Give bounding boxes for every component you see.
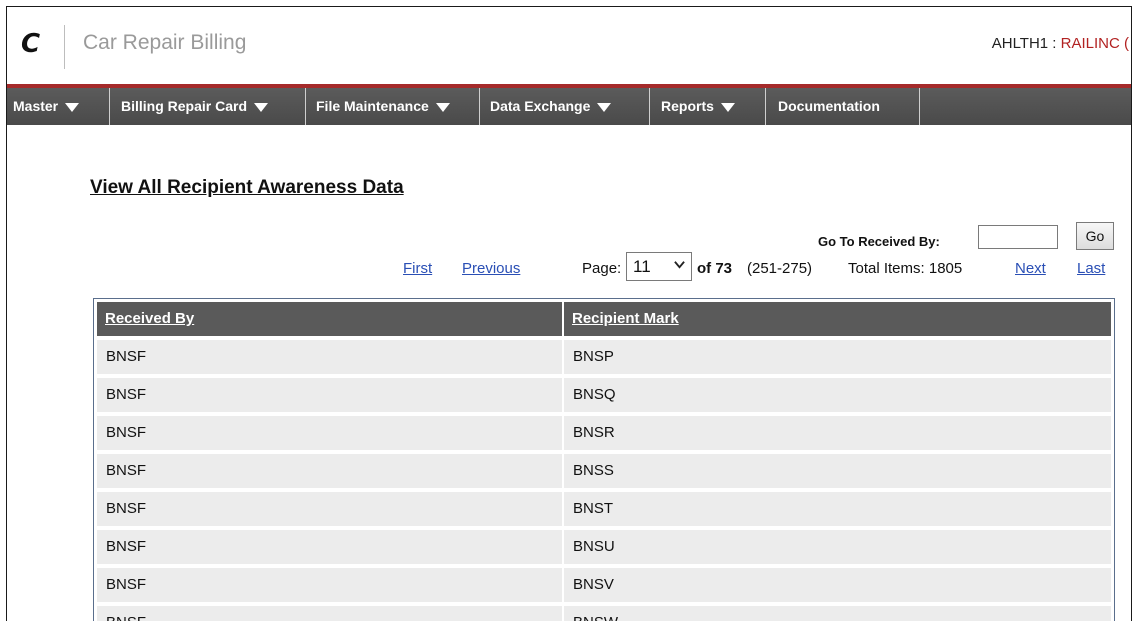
pager-last-link[interactable]: Last: [1077, 260, 1105, 277]
nav-label: Master: [13, 98, 59, 114]
nav-item-master[interactable]: Master: [7, 88, 110, 125]
recipient-awareness-table: Received By Recipient Mark BNSF BNSP BNS…: [93, 298, 1115, 621]
column-divider: [562, 416, 564, 450]
page-title: View All Recipient Awareness Data: [90, 177, 404, 198]
nav-item-documentation[interactable]: Documentation: [766, 88, 920, 125]
cell-recipient-mark: BNSW: [573, 606, 618, 621]
cell-received-by: BNSF: [106, 500, 147, 517]
table-row: BNSF BNST: [97, 492, 1111, 526]
cell-recipient-mark: BNSV: [573, 576, 614, 593]
column-header-recipient-mark[interactable]: Recipient Mark: [572, 302, 679, 336]
cell-received-by: BNSF: [106, 538, 147, 555]
column-header-received-by[interactable]: Received By: [105, 302, 194, 336]
column-divider: [562, 530, 564, 564]
user-info: AHLTH1 : RAILINC (: [992, 35, 1129, 52]
column-divider: [562, 302, 564, 336]
goto-received-by-label: Go To Received By:: [818, 234, 940, 249]
column-divider: [562, 340, 564, 374]
caret-down-icon: [254, 102, 269, 112]
caret-down-icon: [720, 102, 735, 112]
caret-down-icon: [435, 102, 450, 112]
chevron-down-icon: [674, 261, 685, 269]
nav-item-data-exchange[interactable]: Data Exchange: [480, 88, 650, 125]
column-divider: [562, 492, 564, 526]
table-header: Received By Recipient Mark: [97, 302, 1111, 336]
table-row: BNSF BNSQ: [97, 378, 1111, 412]
cell-recipient-mark: BNSR: [573, 424, 615, 441]
cell-received-by: BNSF: [106, 606, 146, 621]
header-divider: [64, 25, 65, 69]
pager-page-label: Page:: [582, 260, 622, 277]
page-select-value: 11: [633, 257, 651, 276]
pager-range: (251-275): [747, 260, 813, 277]
main-nav: Master Billing Repair Card File Maintena…: [7, 88, 1131, 125]
user-id: AHLTH1: [991, 35, 1049, 52]
cell-received-by: BNSF: [106, 348, 147, 365]
nav-item-reports[interactable]: Reports: [650, 88, 766, 125]
user-org-link[interactable]: RAILINC (: [1061, 35, 1129, 52]
table-row: BNSF BNSR: [97, 416, 1111, 450]
table-row: BNSF BNSW: [97, 606, 1111, 621]
pager-next-link[interactable]: Next: [1015, 260, 1046, 277]
header: C Car Repair Billing AHLTH1 : RAILINC (: [7, 7, 1131, 83]
cell-recipient-mark: BNST: [573, 500, 614, 517]
nav-label: Billing Repair Card: [121, 98, 248, 114]
nav-item-billing-repair-card[interactable]: Billing Repair Card: [110, 88, 306, 125]
pager-first-link[interactable]: First: [403, 260, 432, 277]
caret-down-icon: [65, 102, 80, 112]
nav-label: Reports: [661, 98, 714, 114]
table-row: BNSF BNSV: [97, 568, 1111, 602]
goto-received-by-input[interactable]: [978, 225, 1058, 249]
go-button[interactable]: Go: [1076, 222, 1114, 250]
page-select[interactable]: 11: [626, 252, 692, 281]
pager-previous-link[interactable]: Previous: [462, 260, 520, 277]
table-row: BNSF BNSS: [97, 454, 1111, 488]
app-window: C Car Repair Billing AHLTH1 : RAILINC ( …: [6, 6, 1132, 621]
cell-received-by: BNSF: [106, 386, 147, 403]
nav-label: File Maintenance: [316, 98, 429, 114]
user-separator: :: [1048, 35, 1061, 52]
pager-total-pages: of 73: [697, 260, 733, 277]
table-row: BNSF BNSP: [97, 340, 1111, 374]
caret-down-icon: [597, 102, 612, 112]
nav-item-file-maintenance[interactable]: File Maintenance: [306, 88, 480, 125]
cell-recipient-mark: BNSP: [573, 348, 614, 365]
column-divider: [562, 568, 564, 602]
table-row: BNSF BNSU: [97, 530, 1111, 564]
cell-recipient-mark: BNSQ: [573, 386, 616, 403]
nav-label: Documentation: [778, 98, 880, 114]
pager-total-items: Total Items: 1805: [848, 260, 963, 277]
column-divider: [562, 606, 564, 621]
column-divider: [562, 378, 564, 412]
column-divider: [562, 454, 564, 488]
cell-recipient-mark: BNSS: [573, 462, 614, 479]
cell-recipient-mark: BNSU: [573, 538, 615, 555]
railinc-logo: C: [21, 29, 40, 59]
cell-received-by: BNSF: [106, 576, 147, 593]
cell-received-by: BNSF: [106, 462, 147, 479]
nav-label: Data Exchange: [490, 98, 591, 114]
cell-received-by: BNSF: [106, 424, 147, 441]
app-title: Car Repair Billing: [83, 31, 247, 54]
